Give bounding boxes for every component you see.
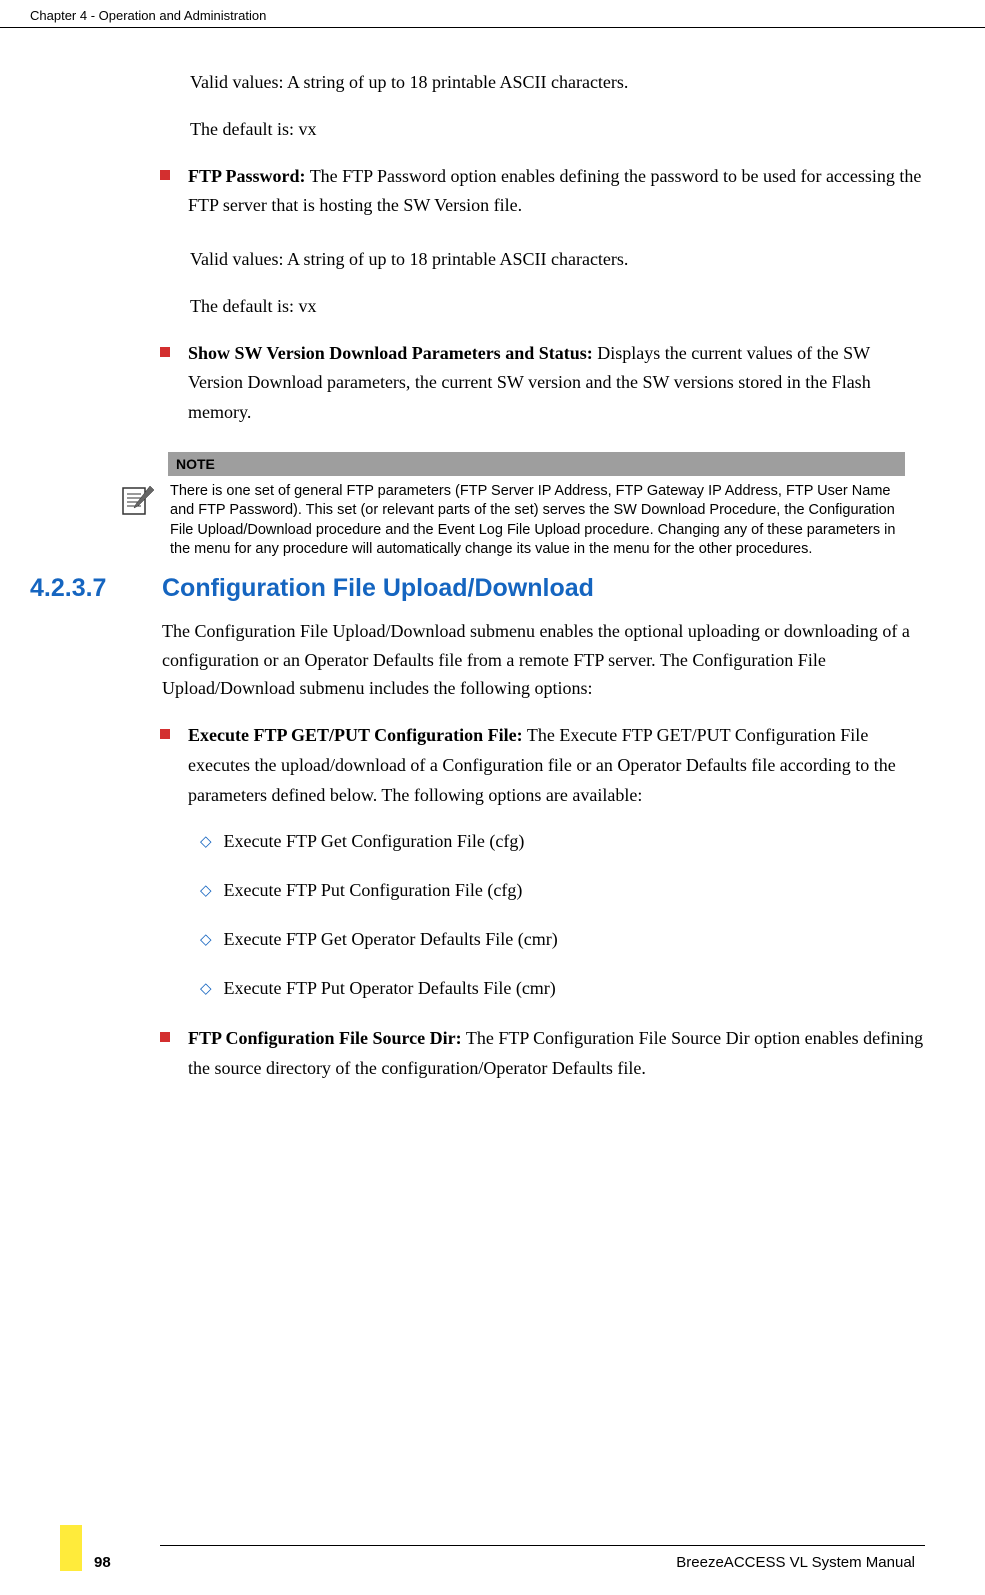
section-heading: 4.2.3.7 Configuration File Upload/Downlo… xyxy=(30,574,925,603)
square-bullet-icon xyxy=(160,347,170,357)
diamond-icon: ◇ xyxy=(200,979,212,997)
bullet-item: Execute FTP GET/PUT Configuration File: … xyxy=(160,721,925,810)
page-number-box: 98 xyxy=(60,1554,111,1571)
section-number: 4.2.3.7 xyxy=(30,574,162,603)
square-bullet-icon xyxy=(160,1032,170,1042)
diamond-item: ◇ Execute FTP Put Operator Defaults File… xyxy=(200,975,925,1002)
bullet-text: FTP Password: The FTP Password option en… xyxy=(188,162,925,221)
page-number: 98 xyxy=(94,1554,111,1571)
paragraph: Valid values: A string of up to 18 print… xyxy=(190,245,925,274)
note-content: NOTE There is one set of general FTP par… xyxy=(168,452,925,560)
diamond-item: ◇ Execute FTP Get Configuration File (cf… xyxy=(200,828,925,855)
bullet-text: Execute FTP GET/PUT Configuration File: … xyxy=(188,721,925,810)
note-text: There is one set of general FTP paramete… xyxy=(168,476,905,560)
diamond-icon: ◇ xyxy=(200,930,212,948)
bullet-item: FTP Configuration File Source Dir: The F… xyxy=(160,1024,925,1083)
note-header: NOTE xyxy=(168,452,905,476)
bullet-text: FTP Configuration File Source Dir: The F… xyxy=(188,1024,925,1083)
section-title: Configuration File Upload/Download xyxy=(162,574,594,603)
bullet-text: Show SW Version Download Parameters and … xyxy=(188,339,925,428)
diamond-icon: ◇ xyxy=(200,832,212,850)
note-pencil-icon xyxy=(120,482,156,518)
note-block: NOTE There is one set of general FTP par… xyxy=(120,452,925,560)
paragraph: The default is: vx xyxy=(190,292,925,321)
footer-manual-title: BreezeACCESS VL System Manual xyxy=(676,1554,915,1571)
diamond-icon: ◇ xyxy=(200,881,212,899)
bullet-label: Execute FTP GET/PUT Configuration File: xyxy=(188,725,523,745)
bullet-item: FTP Password: The FTP Password option en… xyxy=(160,162,925,221)
footer-divider xyxy=(160,1545,925,1546)
diamond-item: ◇ Execute FTP Get Operator Defaults File… xyxy=(200,926,925,953)
bullet-item: Show SW Version Download Parameters and … xyxy=(160,339,925,428)
paragraph: The Configuration File Upload/Download s… xyxy=(162,617,925,703)
diamond-text: Execute FTP Get Configuration File (cfg) xyxy=(224,828,525,855)
square-bullet-icon xyxy=(160,170,170,180)
paragraph: Valid values: A string of up to 18 print… xyxy=(190,68,925,97)
paragraph: The default is: vx xyxy=(190,115,925,144)
yellow-accent-bar xyxy=(60,1525,82,1571)
page-header: Chapter 4 - Operation and Administration xyxy=(0,0,985,28)
square-bullet-icon xyxy=(160,729,170,739)
bullet-label: FTP Password: xyxy=(188,166,306,186)
chapter-title: Chapter 4 - Operation and Administration xyxy=(30,8,266,23)
diamond-item: ◇ Execute FTP Put Configuration File (cf… xyxy=(200,877,925,904)
note-icon-column xyxy=(120,452,168,560)
page-content: Valid values: A string of up to 18 print… xyxy=(0,28,985,1084)
bullet-label: Show SW Version Download Parameters and … xyxy=(188,343,593,363)
diamond-text: Execute FTP Get Operator Defaults File (… xyxy=(224,926,558,953)
diamond-text: Execute FTP Put Configuration File (cfg) xyxy=(224,877,523,904)
diamond-text: Execute FTP Put Operator Defaults File (… xyxy=(224,975,556,1002)
page-footer: 98 BreezeACCESS VL System Manual xyxy=(0,1545,985,1571)
bullet-label: FTP Configuration File Source Dir: xyxy=(188,1028,462,1048)
